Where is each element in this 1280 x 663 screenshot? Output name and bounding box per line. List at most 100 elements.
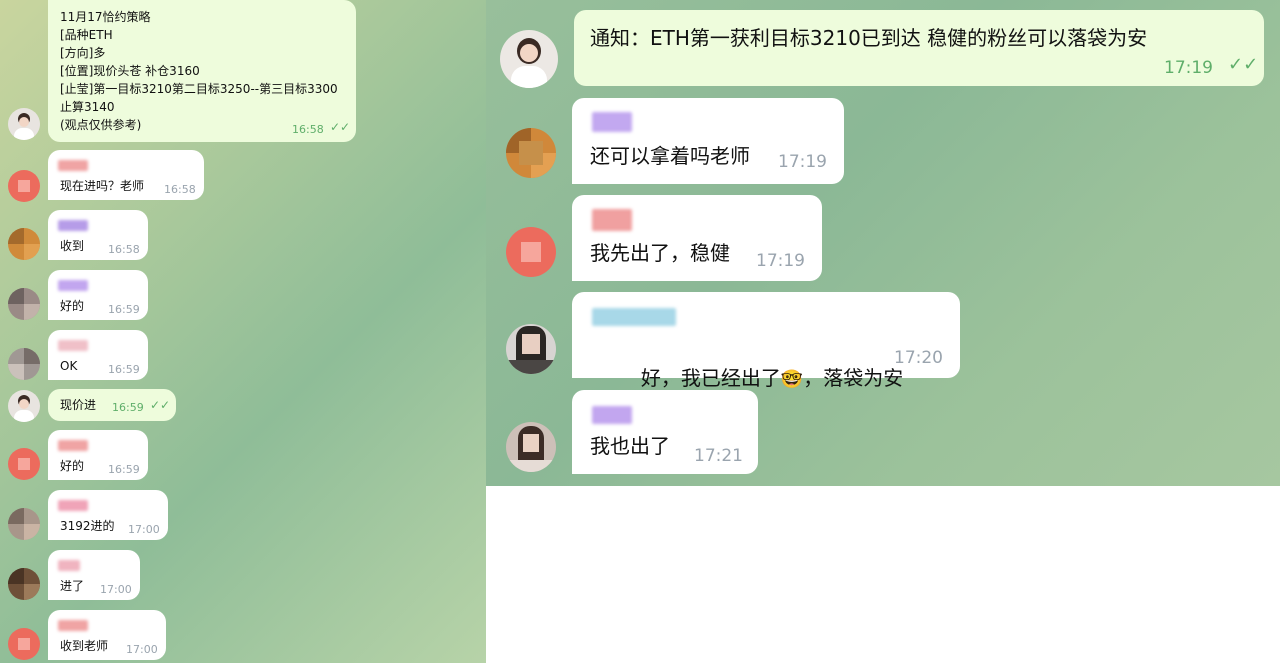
- sender-avatar[interactable]: [506, 422, 556, 472]
- message-time: 17:00: [100, 583, 132, 596]
- message-time: 17:19: [756, 251, 805, 271]
- sender-name-blurred: [58, 500, 88, 511]
- sender-avatar[interactable]: [506, 227, 556, 277]
- sender-name-blurred: [592, 112, 632, 132]
- chat-message[interactable]: 我先出了，稳健 17:19: [486, 195, 1280, 285]
- message-time: 17:19: [1164, 58, 1213, 78]
- message-bubble: 现价进 16:59 ✓✓: [48, 389, 176, 421]
- message-time: 17:00: [126, 643, 158, 656]
- message-time: 16:59: [108, 363, 140, 376]
- message-text: 3192进的: [60, 519, 115, 533]
- message-text: 现价进: [60, 398, 97, 412]
- message-time: 16:58: [292, 123, 324, 136]
- sender-avatar[interactable]: [8, 228, 40, 260]
- message-text: 好的: [60, 299, 85, 313]
- sender-avatar[interactable]: [8, 288, 40, 320]
- chat-message[interactable]: 好的 16:59: [0, 430, 486, 485]
- sender-avatar[interactable]: [8, 628, 40, 660]
- chat-message[interactable]: OK 16:59: [0, 330, 486, 385]
- message-text: 进了: [60, 579, 85, 593]
- message-time: 17:19: [778, 152, 827, 172]
- strategy-line: [止莹]第一目标3210第二目标3250--第三目标3300: [60, 82, 338, 96]
- sender-avatar[interactable]: [8, 508, 40, 540]
- notice-bubble: 通知：ETH第一获利目标3210已到达 稳健的粉丝可以落袋为安 17:19 ✓✓: [574, 10, 1264, 86]
- sender-avatar[interactable]: [506, 128, 556, 178]
- sender-name-blurred: [58, 280, 88, 291]
- emoji-nerd-face-icon: 🤓: [780, 369, 804, 390]
- message-text: 还可以拿着吗老师: [590, 144, 750, 168]
- strategy-line: 止算3140: [60, 100, 115, 114]
- chat-message[interactable]: 好的 16:59: [0, 270, 486, 325]
- sender-avatar[interactable]: [8, 390, 40, 422]
- message-bubble: 好的 16:59: [48, 430, 148, 480]
- notice-text: 通知：ETH第一获利目标3210已到达 稳健的粉丝可以落袋为安: [590, 26, 1148, 50]
- message-bubble: 好的 16:59: [48, 270, 148, 320]
- message-time: 16:58: [108, 243, 140, 256]
- strategy-bubble: 11月17恰约策略 [品种ETH [方向]多 [位置]现价头苍 补仓3160 […: [48, 0, 356, 142]
- message-time: 16:58: [164, 183, 196, 196]
- chat-message[interactable]: 现在进吗？老师 16:58: [0, 150, 486, 205]
- sender-avatar[interactable]: [8, 568, 40, 600]
- message-bubble: 我也出了 17:21: [572, 390, 758, 474]
- strategy-message[interactable]: 11月17恰约策略 [品种ETH [方向]多 [位置]现价头苍 补仓3160 […: [0, 0, 486, 145]
- sender-avatar[interactable]: [506, 324, 556, 374]
- message-text: 我先出了，稳健: [590, 241, 730, 265]
- strategy-line: 11月17恰约策略: [60, 10, 151, 24]
- chat-history-right: 通知：ETH第一获利目标3210已到达 稳健的粉丝可以落袋为安 17:19 ✓✓…: [486, 0, 1280, 486]
- message-time: 17:20: [894, 348, 943, 368]
- chat-message[interactable]: 我也出了 17:21: [486, 390, 1280, 480]
- message-bubble: 进了 17:00: [48, 550, 140, 600]
- message-text: 好的: [60, 459, 85, 473]
- message-bubble: 收到老师 17:00: [48, 610, 166, 660]
- message-text: 现在进吗？老师: [60, 179, 145, 193]
- double-check-icon: ✓✓: [330, 120, 351, 134]
- sender-name-blurred: [58, 340, 88, 351]
- message-time: 17:00: [128, 523, 160, 536]
- message-text-part: 好，我已经出了: [640, 366, 781, 390]
- chat-message[interactable]: 进了 17:00: [0, 550, 486, 605]
- sender-name-blurred: [58, 560, 80, 571]
- sender-name-blurred: [58, 620, 88, 631]
- message-bubble: 现在进吗？老师 16:58: [48, 150, 204, 200]
- message-time: 16:59: [108, 463, 140, 476]
- message-text: 收到: [60, 239, 85, 253]
- message-bubble: 我先出了，稳健 17:19: [572, 195, 822, 281]
- chat-message[interactable]: 3192进的 17:00: [0, 490, 486, 545]
- sender-avatar[interactable]: [8, 108, 40, 140]
- strategy-line: [品种ETH: [60, 28, 113, 42]
- message-time: 16:59: [108, 303, 140, 316]
- chat-message[interactable]: 好，我已经出了🤓，落袋为安 17:20: [486, 292, 1280, 390]
- chat-message[interactable]: 收到老师 17:00: [0, 610, 486, 663]
- strategy-line: [位置]现价头苍 补仓3160: [60, 64, 200, 78]
- notice-message[interactable]: 通知：ETH第一获利目标3210已到达 稳健的粉丝可以落袋为安 17:19 ✓✓: [486, 0, 1280, 92]
- message-bubble: 还可以拿着吗老师 17:19: [572, 98, 844, 184]
- sender-name-blurred: [592, 209, 632, 231]
- chat-history-left: 11月17恰约策略 [品种ETH [方向]多 [位置]现价头苍 补仓3160 […: [0, 0, 486, 663]
- chat-message-own[interactable]: 现价进 16:59 ✓✓: [0, 389, 486, 425]
- double-check-icon: ✓✓: [1228, 54, 1259, 75]
- message-bubble: 3192进的 17:00: [48, 490, 168, 540]
- message-bubble: 收到 16:58: [48, 210, 148, 260]
- sender-name-blurred: [58, 220, 88, 231]
- sender-name-blurred: [592, 308, 676, 326]
- message-bubble: OK 16:59: [48, 330, 148, 380]
- strategy-line: (观点仅供参考): [60, 118, 142, 132]
- message-time: 16:59: [112, 401, 144, 414]
- message-text: 收到老师: [60, 639, 109, 653]
- chat-message[interactable]: 收到 16:58: [0, 210, 486, 265]
- chat-message[interactable]: 还可以拿着吗老师 17:19: [486, 98, 1280, 188]
- message-text: OK: [60, 359, 78, 373]
- sender-avatar[interactable]: [500, 30, 558, 88]
- message-bubble: 好，我已经出了🤓，落袋为安 17:20: [572, 292, 960, 390]
- double-check-icon: ✓✓: [150, 398, 171, 412]
- sender-name-blurred: [592, 406, 632, 424]
- sender-name-blurred: [58, 440, 88, 451]
- message-text: 我也出了: [590, 434, 670, 458]
- strategy-line: [方向]多: [60, 46, 106, 60]
- message-text-part: ，落袋为安: [803, 366, 904, 390]
- sender-avatar[interactable]: [8, 348, 40, 380]
- message-time: 17:21: [694, 446, 743, 466]
- sender-name-blurred: [58, 160, 88, 171]
- sender-avatar[interactable]: [8, 448, 40, 480]
- sender-avatar[interactable]: [8, 170, 40, 202]
